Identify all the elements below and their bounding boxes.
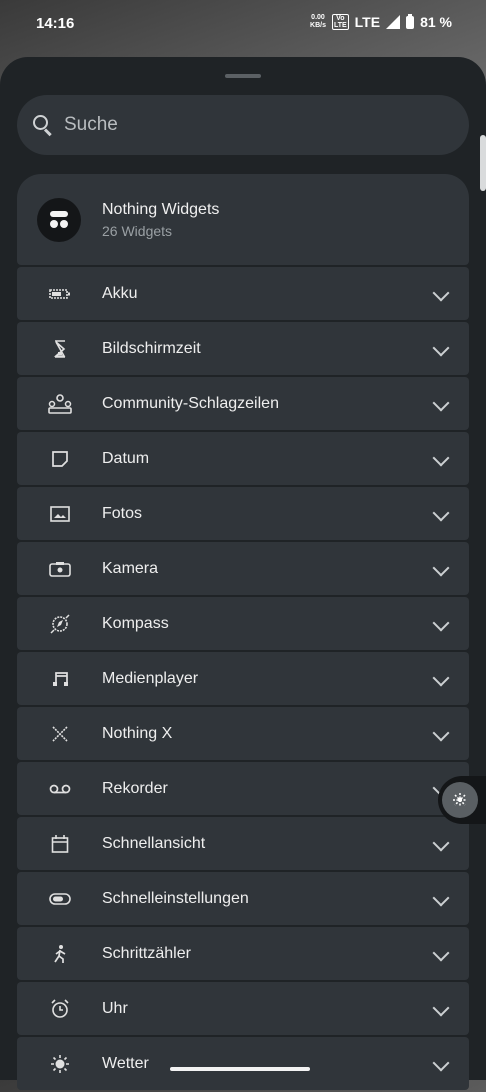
scrollbar[interactable]	[480, 135, 486, 191]
search-input[interactable]: Suche	[17, 95, 469, 155]
community-icon	[47, 393, 72, 414]
widget-row-akku[interactable]: Akku	[17, 267, 469, 320]
widget-label: Rekorder	[102, 779, 168, 797]
widget-row-community[interactable]: Community-Schlagzeilen	[17, 377, 469, 430]
widget-row-kamera[interactable]: Kamera	[17, 542, 469, 595]
battery-icon	[48, 288, 70, 299]
chevron-down-icon	[432, 1054, 450, 1072]
widget-row-kompass[interactable]: Kompass	[17, 597, 469, 650]
music-note-icon	[52, 671, 68, 686]
hourglass-icon	[53, 339, 65, 358]
widget-label: Schnelleinstellungen	[102, 889, 249, 907]
battery-percent: 81 %	[420, 14, 452, 30]
signal-icon	[386, 15, 401, 29]
widget-label: Fotos	[102, 504, 143, 522]
status-bar: 14:16 0.00 KB/s Vo LTE LTE 81 %	[0, 0, 486, 48]
chevron-down-icon	[432, 889, 450, 907]
nothing-widgets-header[interactable]: Nothing Widgets 26 Widgets	[17, 174, 469, 265]
group-subtitle: 26 Widgets	[102, 222, 173, 239]
gesture-nav-bar[interactable]	[170, 1067, 310, 1071]
chevron-down-icon	[432, 614, 450, 632]
widget-row-bildschirmzeit[interactable]: Bildschirmzeit	[17, 322, 469, 375]
widget-label: Schnellansicht	[102, 834, 206, 852]
volte-bottom: LTE	[333, 22, 347, 29]
widget-label: Uhr	[102, 999, 128, 1017]
widget-label: Community-Schlagzeilen	[102, 394, 279, 412]
chevron-down-icon	[432, 339, 450, 357]
network-type: LTE	[354, 14, 381, 30]
widget-label: Kompass	[102, 614, 169, 632]
camera-icon	[48, 561, 71, 577]
widget-row-schnelleinstellungen[interactable]: Schnelleinstellungen	[17, 872, 469, 925]
recorder-icon	[49, 784, 70, 793]
widget-row-nothing-x[interactable]: Nothing X	[17, 707, 469, 760]
chevron-down-icon	[432, 669, 450, 687]
widget-row-wetter[interactable]: Wetter	[17, 1037, 469, 1090]
floating-assistant-button[interactable]	[438, 776, 486, 824]
widget-label: Wetter	[102, 1054, 149, 1072]
toggle-icon	[48, 892, 71, 905]
compass-icon	[49, 613, 70, 634]
status-time: 14:16	[36, 15, 75, 32]
widget-row-uhr[interactable]: Uhr	[17, 982, 469, 1035]
widget-picker-sheet: Suche Nothing Widgets 26 Widgets Akku Bi…	[0, 57, 486, 1090]
calendar-icon	[51, 834, 68, 853]
search-icon	[32, 114, 54, 136]
widget-row-datum[interactable]: Datum	[17, 432, 469, 485]
chevron-down-icon	[432, 834, 450, 852]
network-speed-value: 0.00	[311, 14, 325, 21]
network-speed: 0.00 KB/s	[310, 14, 326, 30]
widget-label: Nothing X	[102, 724, 173, 742]
search-placeholder: Suche	[64, 114, 118, 135]
widget-row-fotos[interactable]: Fotos	[17, 487, 469, 540]
volte-top: Vo	[336, 15, 345, 22]
widget-row-schnellansicht[interactable]: Schnellansicht	[17, 817, 469, 870]
widget-list: Nothing Widgets 26 Widgets Akku Bildschi…	[17, 174, 469, 1092]
alarm-clock-icon	[50, 998, 69, 1018]
network-speed-unit: KB/s	[310, 22, 326, 29]
battery-status-icon	[406, 13, 415, 29]
photo-icon	[49, 505, 70, 522]
chevron-down-icon	[432, 724, 450, 742]
group-title: Nothing Widgets	[102, 200, 220, 218]
chevron-down-icon	[432, 559, 450, 577]
widget-label: Bildschirmzeit	[102, 339, 201, 357]
chevron-down-icon	[432, 394, 450, 412]
widget-label: Kamera	[102, 559, 159, 577]
widget-label: Akku	[102, 284, 138, 302]
widget-label: Datum	[102, 449, 150, 467]
drag-handle[interactable]	[225, 74, 261, 78]
volte-icon: Vo LTE	[331, 14, 349, 30]
nothing-x-icon	[51, 725, 68, 742]
widget-label: Medienplayer	[102, 669, 199, 687]
sun-icon	[50, 1054, 69, 1073]
widget-row-schrittzaehler[interactable]: Schrittzähler	[17, 927, 469, 980]
widget-label: Schrittzähler	[102, 944, 191, 962]
date-icon	[51, 450, 68, 467]
chevron-down-icon	[432, 944, 450, 962]
widget-row-medienplayer[interactable]: Medienplayer	[17, 652, 469, 705]
widget-row-rekorder[interactable]: Rekorder	[17, 762, 469, 815]
chevron-down-icon	[432, 999, 450, 1017]
status-icons: 0.00 KB/s Vo LTE LTE 81 %	[310, 13, 452, 30]
nothing-widgets-icon	[37, 197, 81, 242]
chevron-down-icon	[432, 504, 450, 522]
chevron-down-icon	[432, 284, 450, 302]
sparkle-icon	[442, 782, 478, 818]
walker-icon	[53, 944, 65, 963]
chevron-down-icon	[432, 449, 450, 467]
